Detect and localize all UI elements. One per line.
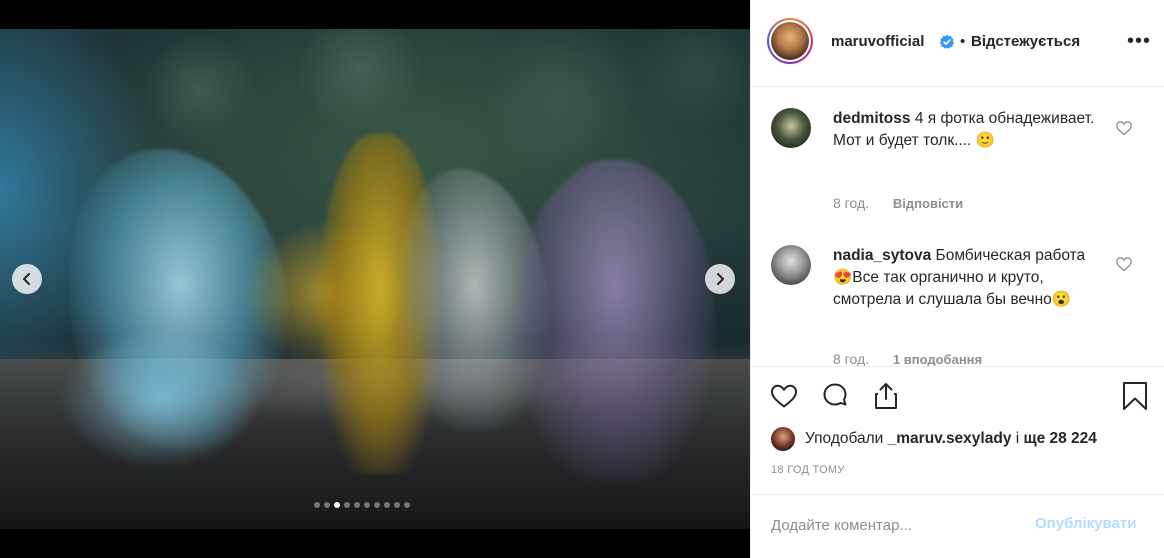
figure-blue-veil-lower [60, 329, 260, 469]
comment-avatar[interactable] [771, 245, 811, 285]
chevron-right-icon [717, 273, 724, 285]
publish-button[interactable]: Опублікувати [1035, 515, 1136, 532]
more-options-icon[interactable]: ••• [1127, 30, 1151, 53]
comment-icon[interactable] [820, 381, 850, 411]
post-photo[interactable] [0, 29, 750, 529]
post-timestamp[interactable]: 18 ГОД ТОМУ [771, 464, 845, 476]
slide-dot [344, 502, 350, 508]
comment-time[interactable]: 8 год. [833, 351, 869, 366]
comment-username[interactable]: dedmitoss [833, 110, 911, 127]
post-username[interactable]: maruvofficial [831, 33, 924, 50]
previous-slide-button[interactable] [12, 264, 42, 294]
liker-username[interactable]: _maruv.sexylady [888, 430, 1012, 447]
header-separator: • [960, 33, 966, 50]
slide-indicator [314, 502, 410, 508]
next-slide-button[interactable] [705, 264, 735, 294]
share-icon[interactable] [871, 381, 901, 411]
comment-meta: 8 год. Відповісти [833, 195, 963, 211]
likes-row: Уподобали _maruv.sexylady і ще 28 224 [771, 427, 1097, 451]
like-heart-icon[interactable] [769, 381, 799, 411]
slide-dot [404, 502, 410, 508]
slide-dot [324, 502, 330, 508]
avatar-image [771, 22, 809, 60]
slide-dot [394, 502, 400, 508]
comments-list: dedmitoss 4 я фотка обнадеживает. Мот и … [751, 88, 1164, 366]
liker-avatar[interactable] [771, 427, 795, 451]
reply-button[interactable]: Відповісти [893, 196, 963, 211]
following-button[interactable]: Відстежується [971, 33, 1080, 50]
slide-dot [364, 502, 370, 508]
likes-connector: і [1011, 430, 1024, 447]
comment-time[interactable]: 8 год. [833, 195, 869, 211]
likes-summary: Уподобали _maruv.sexylady і ще 28 224 [805, 430, 1097, 448]
chevron-left-icon [23, 273, 30, 285]
likes-count[interactable]: ще 28 224 [1024, 430, 1097, 447]
slide-dot [374, 502, 380, 508]
avatar[interactable] [767, 18, 813, 64]
post-viewer: maruvofficial • Відстежується ••• dedmit… [0, 0, 1164, 558]
likes-prefix: Уподобали [805, 430, 888, 447]
comment-likes-count[interactable]: 1 вподобання [893, 352, 982, 366]
comment-meta: 8 год. 1 вподобання [833, 351, 982, 366]
avatar-frame [769, 20, 811, 62]
slide-dot [334, 502, 340, 508]
verified-badge-icon [939, 34, 955, 49]
add-comment-section: Опублікувати [751, 494, 1164, 557]
slide-dot [314, 502, 320, 508]
post-header: maruvofficial • Відстежується ••• [751, 0, 1164, 87]
heart-icon[interactable] [1115, 119, 1133, 137]
heart-icon[interactable] [1115, 255, 1133, 273]
slide-dot [384, 502, 390, 508]
bookmark-icon[interactable] [1120, 381, 1150, 411]
post-actions: Уподобали _maruv.sexylady і ще 28 224 18… [751, 366, 1164, 556]
comment-username[interactable]: nadia_sytova [833, 247, 931, 264]
comment-input[interactable] [771, 513, 1021, 537]
comment-avatar[interactable] [771, 108, 811, 148]
slide-dot [354, 502, 360, 508]
comment-body: nadia_sytova Бомбическая работа😍Все так … [833, 245, 1103, 311]
post-panel: maruvofficial • Відстежується ••• dedmit… [750, 0, 1164, 558]
comment-body: dedmitoss 4 я фотка обнадеживает. Мот и … [833, 108, 1103, 152]
figure-purple-veil [515, 159, 715, 479]
media-area [0, 0, 750, 558]
